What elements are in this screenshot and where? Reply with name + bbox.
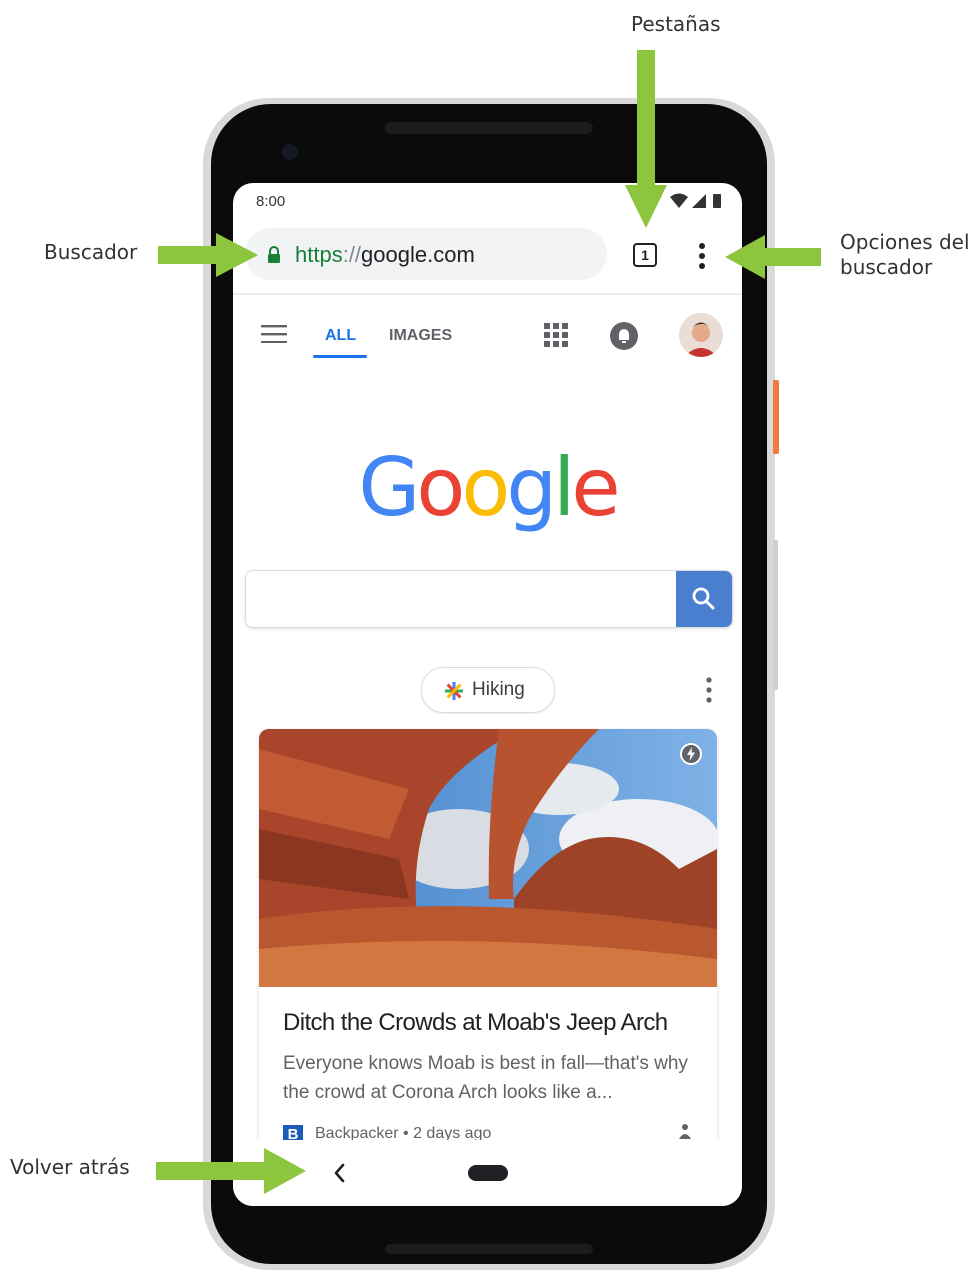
status-icons [670,193,721,208]
go-back-annotation: Volver atrás [10,1155,130,1179]
search-bar-annotation: Buscador [44,240,138,264]
browser-options-annotation-line2: buscador [840,255,933,279]
home-button[interactable] [468,1165,508,1181]
top-speaker [385,122,593,134]
go-back-arrow [156,1148,306,1194]
tab-switcher-button[interactable]: 1 [633,243,657,267]
url-separator: :// [342,242,362,267]
active-tab-indicator [313,355,367,358]
browser-options-arrow [725,235,821,279]
logo-letter-l: l [553,441,575,534]
logo-letter-o1: o [416,441,465,534]
article-card[interactable]: Ditch the Crowds at Moab's Jeep Arch Eve… [259,729,717,1169]
url-host: google.com [361,242,475,267]
logo-letter-o2: o [461,441,510,534]
url-scheme: https [295,242,343,267]
signal-icon [692,194,706,208]
logo-letter-g: G [358,441,420,534]
tab-all[interactable]: ALL [325,327,356,345]
front-camera [282,144,298,160]
tabs-annotation: Pestañas [631,12,721,36]
user-avatar[interactable] [679,313,723,357]
status-time: 8:00 [256,193,286,210]
power-button [773,380,779,454]
address-bar[interactable]: https://google.com [245,228,607,280]
hiking-topic-chip[interactable]: Hiking [421,667,555,713]
browser-options-annotation: Opciones del buscador [840,230,970,280]
url-text[interactable]: https://google.com [295,242,475,268]
search-button[interactable] [676,571,732,627]
google-logo: Google [233,441,742,534]
tab-images[interactable]: IMAGES [389,327,452,345]
google-nav: ALL IMAGES [233,305,742,361]
hamburger-menu-icon[interactable] [261,325,287,343]
volume-button [773,540,778,690]
amp-badge [680,743,702,765]
hiking-label: Hiking [472,679,525,700]
lock-icon [268,246,280,263]
feed-more-options-icon[interactable] [705,677,713,703]
topic-spark-icon [445,682,463,700]
battery-icon [713,194,721,208]
toolbar-divider [233,293,742,295]
article-title[interactable]: Ditch the Crowds at Moab's Jeep Arch [283,1009,668,1037]
logo-letter-e: e [571,441,620,534]
search-icon [692,587,715,610]
tabs-arrow [625,50,667,228]
apps-grid-icon[interactable] [543,322,569,348]
article-image [259,729,717,987]
search-bar-arrow [158,233,258,277]
article-snippet: Everyone knows Moab is best in fall—that… [283,1053,688,1103]
phone-screen: 8:00 https://google.com 1 ALL IMAGES Goo… [233,183,742,1206]
lightning-icon [682,745,700,763]
back-chevron-icon[interactable] [331,1161,347,1185]
search-input[interactable] [245,570,733,628]
wifi-icon [670,193,688,208]
logo-letter-g2: g [506,441,557,534]
browser-menu-icon[interactable] [692,241,712,271]
system-navigation-bar [233,1140,742,1206]
browser-options-annotation-line1: Opciones del [840,230,970,254]
bottom-speaker [385,1244,593,1254]
notifications-icon[interactable] [609,321,639,351]
